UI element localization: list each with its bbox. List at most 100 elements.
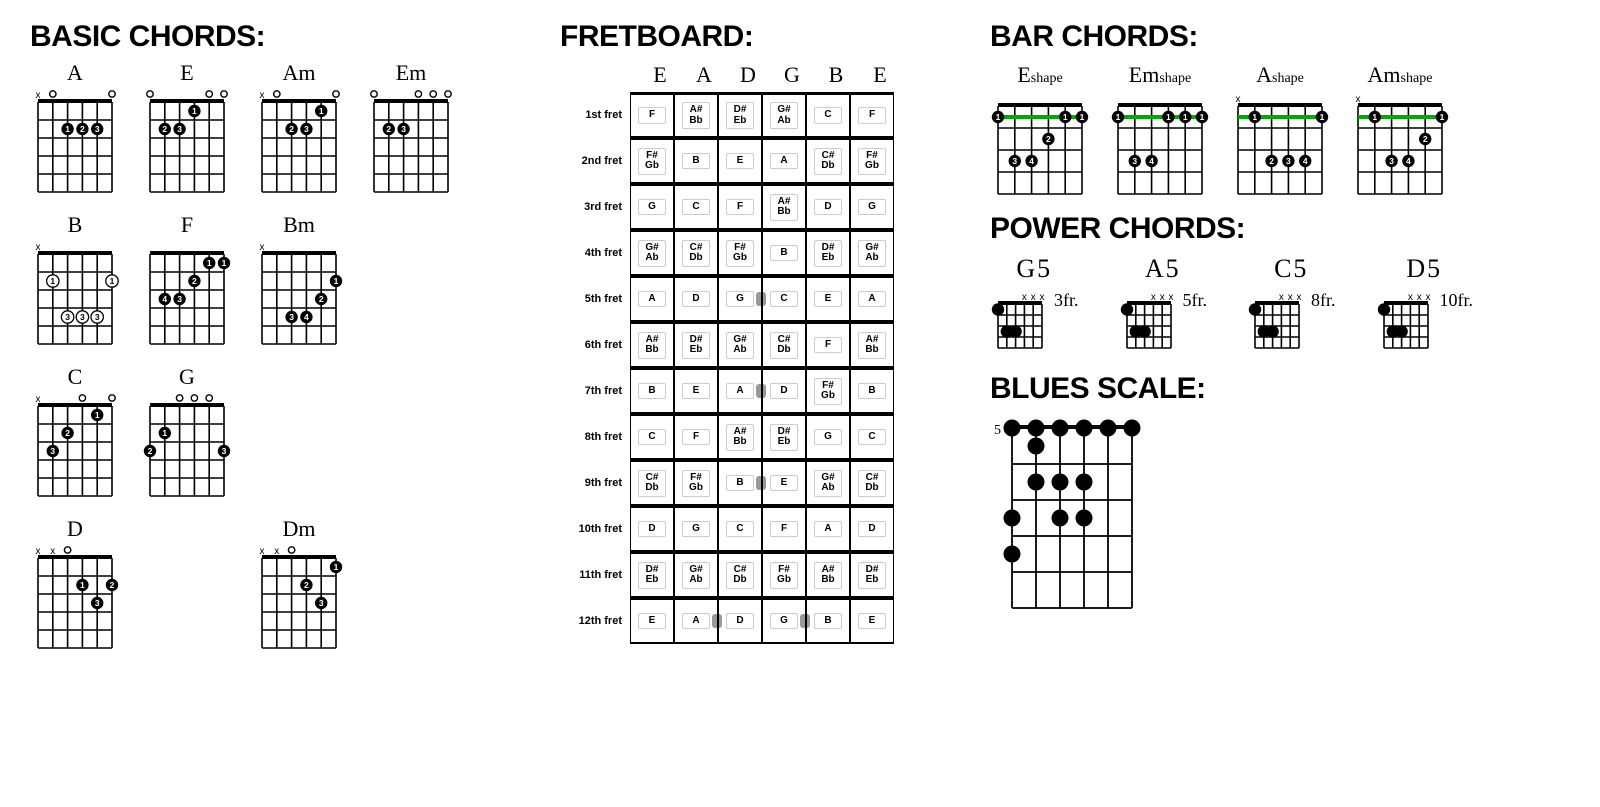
svg-text:2: 2: [110, 580, 115, 590]
fret-note: D: [858, 521, 886, 538]
fret-cell: G#Ab: [806, 462, 850, 504]
fret-note: D#Eb: [858, 562, 886, 589]
fret-note: D: [682, 291, 710, 308]
fret-cell: F#Gb: [762, 554, 806, 596]
fret-cell: A: [718, 370, 762, 412]
svg-text:1: 1: [1320, 112, 1325, 122]
svg-text:1: 1: [1166, 112, 1171, 122]
svg-text:1: 1: [996, 112, 1001, 122]
fret-cells: F#GbBEAC#DbF#Gb: [630, 138, 894, 184]
fret-note: E: [858, 613, 886, 630]
fret-cells: A#BbD#EbG#AbC#DbFA#Bb: [630, 322, 894, 368]
power-chord-name: G5: [990, 254, 1079, 284]
fret-note: A#Bb: [726, 424, 754, 451]
fret-cell: A#Bb: [674, 95, 718, 136]
fret-cell: E: [762, 462, 806, 504]
svg-text:1: 1: [192, 106, 197, 116]
chord-a: Ax123: [30, 62, 120, 198]
fret-note: D: [726, 613, 754, 630]
power-chord-c5: C5 xxx 8fr.: [1247, 254, 1336, 354]
fret-cell: F#Gb: [806, 370, 850, 412]
svg-text:1: 1: [1063, 112, 1068, 122]
fret-note: B: [726, 475, 754, 492]
fret-cell: G#Ab: [718, 324, 762, 366]
svg-text:1: 1: [207, 258, 212, 268]
fret-label: 7th fret: [560, 385, 630, 397]
fret-cell: B: [850, 370, 894, 412]
fret-note: F#Gb: [814, 378, 842, 405]
bar-chord-a: Ashapex11234: [1230, 62, 1330, 200]
chord-row: Bx11333F11243Bmx1234: [30, 214, 500, 350]
fret-cell: B: [630, 370, 674, 412]
svg-text:2: 2: [1046, 134, 1051, 144]
fret-cells: DGCFAD: [630, 506, 894, 552]
fret-row: 9th fretC#DbF#GbBEG#AbC#Db: [560, 460, 930, 506]
fret-cell: A#Bb: [850, 324, 894, 366]
bar-chord-label: Ashape: [1230, 62, 1330, 88]
fret-cell: F#Gb: [850, 140, 894, 182]
fret-cell: C: [674, 186, 718, 228]
fret-note: C#Db: [770, 332, 798, 359]
svg-text:1: 1: [334, 276, 339, 286]
fret-cells: C#DbF#GbBEG#AbC#Db: [630, 460, 894, 506]
power-chord-g5: G5 xxx 3fr.: [990, 254, 1079, 354]
fret-note: A#Bb: [638, 332, 666, 359]
svg-text:4: 4: [304, 312, 309, 322]
fret-cell: B: [806, 600, 850, 642]
fret-row: 3rd fretGCFA#BbDG: [560, 184, 930, 230]
power-chord-body: xxx 8fr.: [1247, 288, 1336, 354]
fret-note: G#Ab: [814, 470, 842, 497]
chord-name: D: [30, 518, 120, 540]
fret-cell: B: [718, 462, 762, 504]
fret-note: E: [770, 475, 798, 492]
fret-note: C: [858, 429, 886, 446]
fret-note: A: [682, 613, 710, 630]
fret-cell: G: [718, 278, 762, 320]
fret-cell: A#Bb: [762, 186, 806, 228]
fret-cell: F: [674, 416, 718, 458]
fret-cell: B: [674, 140, 718, 182]
fret-note: D: [638, 521, 666, 538]
fret-note: B: [638, 383, 666, 400]
svg-text:3: 3: [1286, 156, 1291, 166]
fret-cell: E: [630, 600, 674, 642]
bar-chord-label: Amshape: [1350, 62, 1450, 88]
chord-c: Cx123: [30, 366, 120, 502]
fret-note: A#Bb: [858, 332, 886, 359]
fret-note: F: [858, 107, 886, 124]
fret-cell: E: [806, 278, 850, 320]
blues-scale-heading: BLUES SCALE:: [990, 372, 1550, 406]
fret-cell: E: [850, 600, 894, 642]
power-chord-name: C5: [1247, 254, 1336, 284]
open-string-label: E: [858, 62, 902, 88]
fret-label: 3rd fret: [560, 201, 630, 213]
fretboard-open-strings: EADGBE: [638, 62, 930, 88]
fret-cell: D: [806, 186, 850, 228]
fret-note: C: [814, 107, 842, 124]
fret-note: C#Db: [858, 470, 886, 497]
fret-row: 10th fretDGCFAD: [560, 506, 930, 552]
basic-chords-grid: Ax123E123Amx123Em23Bx11333F11243Bmx1234C…: [30, 62, 500, 654]
fret-note: G: [726, 291, 754, 308]
fret-cells: GCFA#BbDG: [630, 184, 894, 230]
fret-row: 8th fretCFA#BbD#EbGC: [560, 414, 930, 460]
guitar-cheatsheet: BASIC CHORDS: Ax123E123Amx123Em23Bx11333…: [30, 20, 1570, 670]
fret-cell: E: [674, 370, 718, 412]
fret-note: G#Ab: [858, 240, 886, 267]
fret-note: G: [814, 429, 842, 446]
fret-cells: EADGBE: [630, 598, 894, 644]
fret-cell: C#Db: [850, 462, 894, 504]
svg-text:3: 3: [50, 446, 55, 456]
fret-cell: D: [630, 508, 674, 550]
svg-text:1: 1: [334, 562, 339, 572]
fret-label: 11th fret: [560, 569, 630, 581]
svg-text:1: 1: [162, 428, 167, 438]
svg-text:2: 2: [162, 124, 167, 134]
power-chord-fret: 8fr.: [1311, 290, 1336, 311]
fret-cell: D#Eb: [762, 416, 806, 458]
fret-note: E: [814, 291, 842, 308]
fretboard-heading: FRETBOARD:: [560, 20, 930, 54]
svg-text:3: 3: [95, 312, 100, 322]
svg-text:5: 5: [994, 423, 1001, 438]
fret-cell: F#Gb: [674, 462, 718, 504]
